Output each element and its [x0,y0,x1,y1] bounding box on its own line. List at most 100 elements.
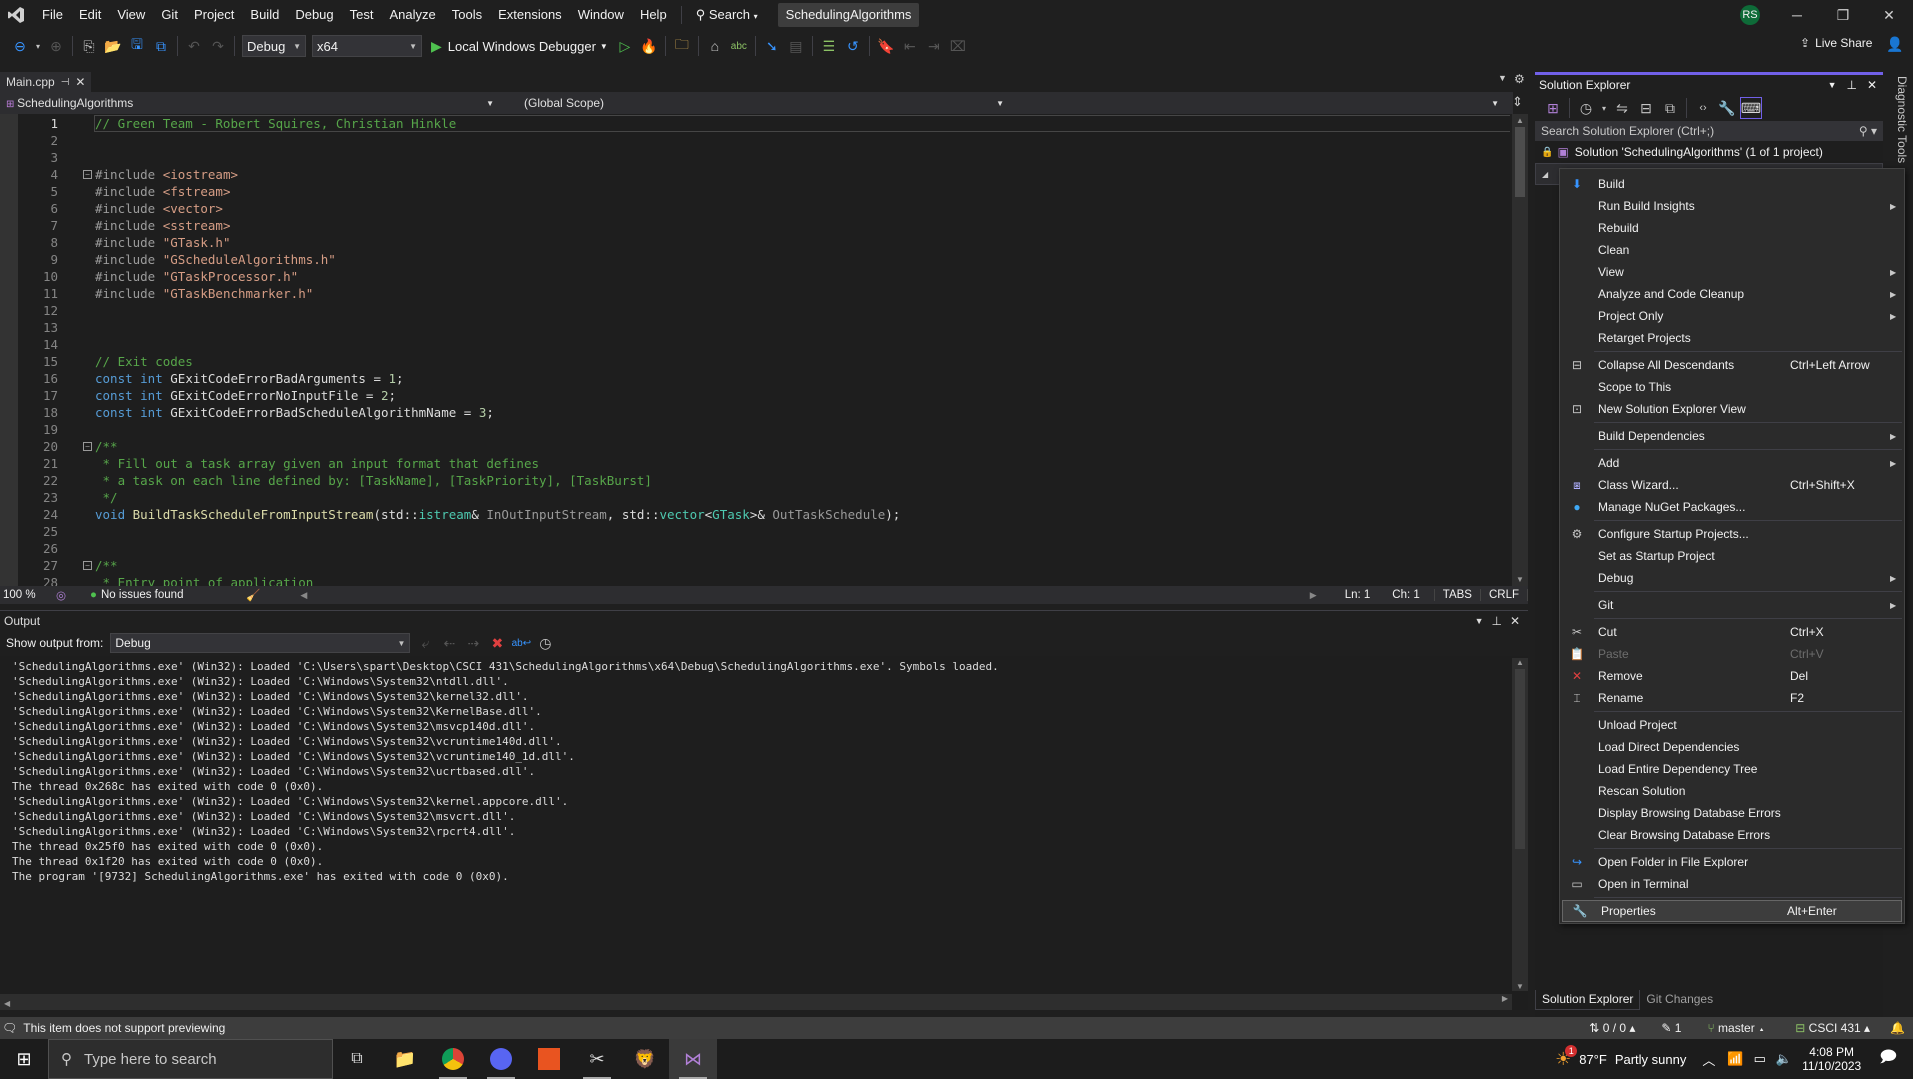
code-line[interactable]: 3 [0,149,1500,166]
code-line[interactable]: 13 [0,319,1500,336]
menu-git[interactable]: Git [153,0,186,30]
view-code-icon[interactable]: ‹› [1692,97,1714,119]
previous-bookmark-icon[interactable]: ⇤ [899,35,921,57]
line-indicator[interactable]: Ln: 1 [1345,589,1371,601]
code-line[interactable]: 23 */ [0,489,1500,506]
output-source-select[interactable]: Debug ▼ [110,633,411,653]
code-line[interactable]: 17 const int GExitCodeErrorNoInputFile = … [0,387,1500,404]
menu-edit[interactable]: Edit [71,0,109,30]
action-center-icon[interactable]: 🗩 [1879,1046,1897,1073]
hot-reload-icon[interactable]: 🔥 [638,35,660,57]
code-line[interactable]: 14 [0,336,1500,353]
context-menu-item-rescan-solution[interactable]: Rescan Solution [1560,780,1904,802]
code-line[interactable]: 19 [0,421,1500,438]
scroll-left-icon[interactable]: ◀ [300,590,307,601]
scroll-right-icon[interactable]: ▶ [1502,994,1508,1003]
file-explorer-icon[interactable]: 📁 [381,1039,429,1079]
user-avatar[interactable]: RS [1740,5,1760,25]
context-menu-item-build[interactable]: ⬇ Build [1560,173,1904,195]
copilot-icon[interactable]: ◎ [56,588,66,602]
redo-icon[interactable]: ↷ [207,35,229,57]
menu-window[interactable]: Window [570,0,632,30]
panel-menu-icon[interactable]: ▼ [1828,80,1837,90]
code-line[interactable]: 16 const int GExitCodeErrorBadArguments =… [0,370,1500,387]
start-without-debugging-icon[interactable]: ▷ [614,35,636,57]
tab-git-changes[interactable]: Git Changes [1640,990,1719,1010]
code-line[interactable]: 11 #include "GTaskBenchmarker.h" [0,285,1500,302]
bookmark-icon[interactable]: 🔖 [875,35,897,57]
code-cleanup-icon[interactable]: 🧹 [246,588,260,602]
output-horizontal-scrollbar[interactable]: ◀ ▶ [0,994,1512,1010]
minimize-button[interactable]: ─ [1774,0,1820,30]
member-select[interactable]: ▼ [1010,93,1505,113]
menu-build[interactable]: Build [242,0,287,30]
pending-changes-status[interactable]: ✎ 1 [1661,1021,1681,1035]
global-scope-select[interactable]: (Global Scope) ▼ [510,93,1010,113]
context-menu-item-paste[interactable]: 📋 Paste Ctrl+V [1560,643,1904,665]
ubuntu-icon[interactable] [525,1039,573,1079]
indentation-indicator[interactable]: TABS [1433,589,1480,601]
code-editor[interactable]: 1 // Green Team - Robert Squires, Christi… [0,114,1510,586]
new-project-icon[interactable]: ⎘ [78,35,100,57]
menu-view[interactable]: View [109,0,153,30]
solution-node[interactable]: 🔒 ▣ Solution 'SchedulingAlgorithms' (1 o… [1535,141,1883,163]
context-menu-item-run-build-insights[interactable]: Run Build Insights ▶ [1560,195,1904,217]
properties-wrench-icon[interactable]: 🔧 [1716,97,1738,119]
context-menu-item-add[interactable]: Add ▶ [1560,452,1904,474]
context-menu-item-set-as-startup-project[interactable]: Set as Startup Project [1560,545,1904,567]
tab-overflow-icon[interactable]: ▼ [1498,73,1507,83]
live-share-button[interactable]: ⇪ Live Share [1800,36,1872,50]
feedback-icon[interactable]: 👤 [1886,36,1903,53]
code-line[interactable]: 26 [0,540,1500,557]
platform-select[interactable]: x64 ▼ [312,35,422,57]
context-menu-item-scope-to-this[interactable]: Scope to This [1560,376,1904,398]
pending-changes-filter-icon[interactable]: ◷ [1575,97,1597,119]
context-menu-item-view[interactable]: View ▶ [1560,261,1904,283]
context-menu-item-open-in-terminal[interactable]: ▭ Open in Terminal [1560,873,1904,895]
uncomment-lines-icon[interactable]: ↺ [842,35,864,57]
output-text[interactable]: 'SchedulingAlgorithms.exe' (Win32): Load… [0,656,1528,884]
spell-check-icon[interactable]: abc [728,35,750,57]
preview-selected-items-icon[interactable]: ⌨ [1740,97,1762,119]
start-debugging-button[interactable]: ▶ Local Windows Debugger ▼ [431,38,608,55]
close-panel-icon[interactable]: ✕ [1510,614,1520,628]
context-menu-item-properties[interactable]: 🔧 Properties Alt+Enter [1562,900,1902,922]
scroll-thumb[interactable] [1515,127,1525,197]
repository-status[interactable]: ⊟ CSCI 431 ▴ [1795,1021,1870,1035]
split-editor-icon[interactable]: ⇕ [1512,94,1523,110]
context-menu-item-rebuild[interactable]: Rebuild [1560,217,1904,239]
tab-main-cpp[interactable]: Main.cpp ⊣ ✕ [0,72,92,92]
step-over-icon[interactable]: ▤ [785,35,807,57]
navigate-forward-icon[interactable]: ⊕ [45,35,67,57]
clear-all-icon[interactable]: ✖ [486,632,508,654]
menu-project[interactable]: Project [186,0,242,30]
code-line[interactable]: 20 −/** [0,438,1500,455]
collapse-region-icon[interactable]: − [83,442,92,451]
snipping-tool-icon[interactable]: ✂ [573,1039,621,1079]
clock[interactable]: 4:08 PM 11/10/2023 [1802,1045,1861,1073]
context-menu-item-debug[interactable]: Debug ▶ [1560,567,1904,589]
scroll-up-icon[interactable]: ▲ [1512,116,1528,125]
menu-debug[interactable]: Debug [287,0,341,30]
chevron-down-icon[interactable]: ▾ [33,35,43,57]
context-menu-item-retarget-projects[interactable]: Retarget Projects [1560,327,1904,349]
context-menu-item-unload-project[interactable]: Unload Project [1560,714,1904,736]
code-line[interactable]: 15 // Exit codes [0,353,1500,370]
scroll-left-icon[interactable]: ◀ [4,999,10,1008]
context-menu-item-display-browsing-database-errors[interactable]: Display Browsing Database Errors [1560,802,1904,824]
settings-gear-icon[interactable]: ⚙ [1514,72,1525,86]
code-line[interactable]: 7 #include <sstream> [0,217,1500,234]
collapse-region-icon[interactable]: − [83,561,92,570]
editor-vertical-scrollbar[interactable]: ▲ ▼ [1512,114,1528,586]
notifications-bell-icon[interactable]: 🔔 [1890,1021,1905,1035]
navigate-back-icon[interactable]: ⊖ [9,35,31,57]
context-menu-item-open-folder-in-file-explorer[interactable]: ↪ Open Folder in File Explorer [1560,851,1904,873]
solution-explorer-search[interactable]: Search Solution Explorer (Ctrl+;) ⚲ ▾ [1535,121,1883,141]
chrome-icon[interactable] [429,1039,477,1079]
output-vertical-scrollbar[interactable]: ▲ ▼ [1512,658,1528,991]
next-bookmark-icon[interactable]: ⇥ [923,35,945,57]
goto-line-icon[interactable]: ⤶ [414,632,436,654]
context-menu-item-collapse-all-descendants[interactable]: ⊟ Collapse All Descendants Ctrl+Left Arrow [1560,354,1904,376]
issues-status[interactable]: No issues found [101,589,246,601]
network-icon[interactable]: 📶 [1727,1051,1743,1067]
